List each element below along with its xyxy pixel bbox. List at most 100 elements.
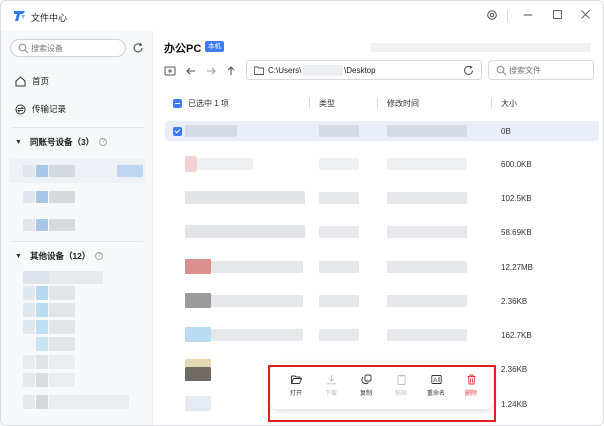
device-thumb (49, 286, 75, 300)
masked-file-name (211, 329, 303, 341)
column-header-size[interactable]: 大小 (501, 96, 517, 110)
device-name: 办公PC (164, 43, 202, 55)
masked-file-name (211, 295, 303, 307)
path-bar[interactable]: C:\Users\ \Desktop (246, 60, 482, 80)
device-thumb (49, 320, 75, 334)
new-folder-icon[interactable] (164, 65, 176, 77)
select-all-header[interactable]: 已选中 1 项 (173, 96, 229, 110)
settings-icon[interactable] (485, 9, 499, 23)
help-icon[interactable]: ? (95, 252, 104, 260)
refresh-icon[interactable] (463, 65, 474, 76)
title-bar: 文件中心 (1, 1, 603, 31)
masked-file-date (387, 226, 467, 238)
file-size: 600.0KB (501, 160, 532, 169)
file-size: 58.69KB (501, 228, 532, 237)
sidebar-item-label: 传输记录 (32, 104, 67, 114)
select-all-checkbox[interactable] (173, 98, 182, 108)
file-row[interactable]: 0B (165, 121, 599, 141)
app-title: 文件中心 (31, 13, 68, 23)
group-label: 其他设备（12） (29, 251, 91, 261)
up-arrow-icon[interactable] (225, 65, 237, 77)
file-size: 0B (501, 127, 511, 136)
device-thumb (36, 165, 48, 177)
file-thumb (185, 327, 211, 342)
title-divider (507, 10, 508, 22)
column-separator (377, 98, 378, 108)
back-arrow-icon[interactable] (185, 65, 197, 77)
search-icon (496, 65, 507, 76)
masked-header-info (371, 43, 591, 52)
file-thumb (185, 359, 211, 367)
close-button[interactable] (578, 9, 592, 23)
file-search-box[interactable] (488, 60, 594, 80)
device-thumb (49, 219, 75, 231)
column-header-type[interactable]: 类型 (319, 96, 335, 110)
masked-file-name (185, 225, 305, 238)
file-row[interactable]: 102.5KB (165, 188, 599, 208)
file-row[interactable]: 12.27MB (165, 257, 599, 277)
masked-file-type (319, 329, 359, 341)
file-thumb (185, 367, 211, 381)
file-search-input[interactable] (509, 64, 589, 77)
masked-file-name (185, 191, 305, 204)
masked-file-name (185, 125, 237, 137)
file-thumb (185, 293, 211, 308)
masked-file-type (319, 192, 359, 204)
group-other-devices[interactable]: ▼ 其他设备（12） ? (15, 249, 104, 263)
local-device-badge: 本机 (205, 41, 224, 52)
device-search-input[interactable] (31, 42, 121, 55)
device-thumb (23, 191, 35, 203)
file-size: 162.7KB (501, 331, 532, 340)
device-thumb (49, 165, 75, 177)
masked-file-type (319, 125, 359, 137)
device-thumb (36, 219, 48, 231)
file-thumb (185, 259, 211, 274)
minimize-button[interactable] (521, 9, 535, 23)
device-thumb (23, 355, 35, 369)
file-row[interactable]: 162.7KB (165, 325, 599, 345)
file-thumb (185, 396, 211, 411)
device-thumb (23, 271, 49, 284)
caret-down-icon: ▼ (15, 138, 22, 146)
device-thumb (23, 286, 35, 300)
refresh-icon[interactable] (132, 42, 144, 54)
masked-file-date (387, 192, 467, 204)
column-header-modified[interactable]: 修改时间 (387, 96, 419, 110)
masked-file-type (319, 295, 359, 307)
device-thumb (36, 320, 48, 334)
device-thumb (49, 395, 129, 409)
help-icon[interactable]: ? (99, 138, 108, 146)
file-size: 1.24KB (501, 400, 528, 409)
file-row[interactable]: 2.36KB (165, 291, 599, 311)
device-thumb (23, 303, 35, 317)
file-row[interactable]: 600.0KB (165, 154, 599, 174)
device-thumb (36, 286, 48, 300)
column-label: 修改时间 (387, 98, 419, 108)
file-size: 12.27MB (501, 263, 534, 272)
sidebar-item-transfer-records[interactable]: 传输记录 (15, 101, 66, 117)
file-row[interactable]: 58.69KB (165, 222, 599, 242)
masked-file-date (387, 261, 467, 273)
device-search-box[interactable] (10, 39, 126, 57)
file-size: 102.5KB (501, 194, 532, 203)
sidebar: 首页 传输记录 ▼ 同账号设备（3） ? ▼ 其他设备（12） ? (1, 31, 153, 425)
maximize-button[interactable] (550, 9, 564, 23)
masked-file-date (387, 295, 467, 307)
group-same-account[interactable]: ▼ 同账号设备（3） ? (15, 135, 108, 149)
device-thumb (23, 320, 35, 334)
file-size: 2.36KB (501, 297, 528, 306)
device-thumb (117, 165, 143, 177)
app-logo-icon (14, 11, 25, 21)
row-checkbox[interactable] (173, 127, 182, 136)
sidebar-item-home[interactable]: 首页 (15, 73, 49, 89)
home-icon (15, 75, 26, 86)
device-thumb (23, 219, 35, 231)
sidebar-divider (11, 127, 143, 128)
path-suffix: \Desktop (344, 66, 376, 75)
masked-file-name (197, 158, 253, 170)
annotation-highlight-box (268, 365, 496, 422)
sidebar-divider (11, 241, 143, 242)
device-thumb (36, 337, 48, 351)
caret-down-icon: ▼ (15, 252, 22, 260)
forward-arrow-icon[interactable] (205, 65, 217, 77)
